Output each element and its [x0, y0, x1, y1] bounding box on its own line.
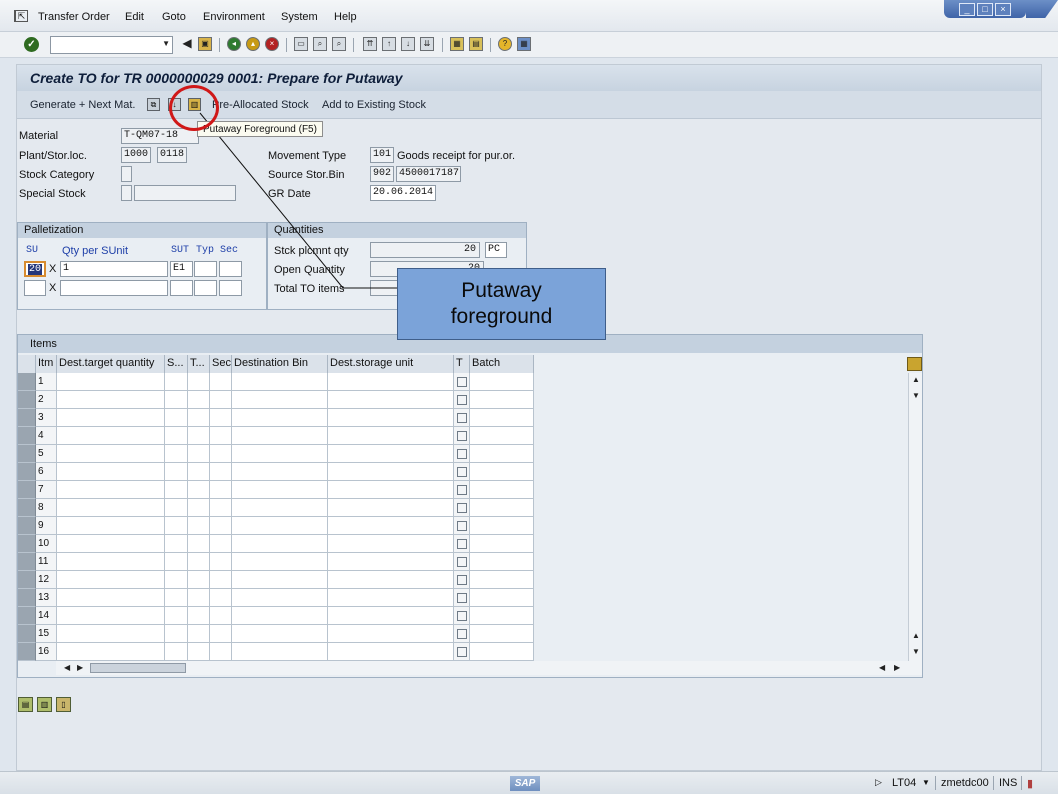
putaway-foreground-callout: Putaway foreground	[397, 268, 606, 340]
callout-line-2: foreground	[450, 305, 553, 328]
callout-line-1: Putaway	[461, 279, 542, 302]
callout-connector-line	[199, 112, 397, 289]
tooltip-putaway-foreground: Putaway Foreground (F5)	[197, 121, 323, 137]
highlight-circle	[169, 85, 219, 131]
